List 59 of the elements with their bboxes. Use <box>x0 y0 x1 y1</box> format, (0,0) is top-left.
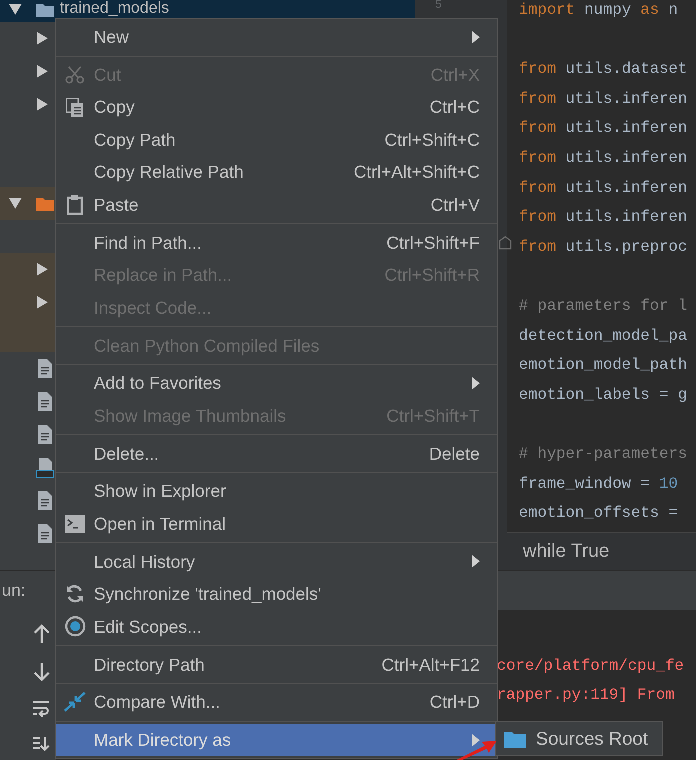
tree-item-label[interactable]: trained_models <box>60 0 170 18</box>
menu-item[interactable]: Compare With... Ctrl+D <box>56 686 497 719</box>
code-line: # hyper-parameters <box>519 444 688 465</box>
file-icon <box>38 491 52 510</box>
code-line: # parameters for l <box>519 296 688 317</box>
annotation-arrow-icon <box>455 738 497 760</box>
menu-item[interactable]: Sources Root <box>496 722 662 755</box>
menu-item[interactable]: New <box>56 21 497 54</box>
terminal-icon <box>65 515 85 534</box>
code-line: import numpy as n <box>519 0 680 21</box>
menu-item[interactable]: Delete... Delete <box>56 437 497 470</box>
target-icon <box>64 616 86 638</box>
menu-item[interactable]: Add to Favorites <box>56 367 497 400</box>
code-line: from utils.inferen <box>519 148 688 169</box>
code-line: from utils.preproc <box>519 236 688 258</box>
menu-item[interactable]: Synchronize 'trained_models' <box>56 578 497 611</box>
compare-arrows-icon <box>64 692 86 712</box>
clipboard-icon <box>67 195 83 216</box>
folder-icon <box>36 196 54 211</box>
scroll-to-end-icon <box>32 736 50 752</box>
menu-item[interactable]: Copy Path Ctrl+Shift+C <box>56 124 497 156</box>
code-line: from utils.inferen <box>519 207 688 228</box>
scissors-icon <box>65 65 85 86</box>
code-line: from utils.inferen <box>519 88 688 110</box>
menu-item[interactable]: Open in Terminal <box>56 508 497 540</box>
code-line: from utils.dataset <box>519 59 688 80</box>
breadcrumb[interactable]: while True <box>507 532 696 570</box>
markdown-file-icon <box>36 458 54 478</box>
menu-item[interactable]: Copy Relative Path Ctrl+Alt+Shift+C <box>56 156 497 189</box>
code-line: emotion_labels = g <box>519 384 688 406</box>
menu-item[interactable]: Find in Path... Ctrl+Shift+F <box>56 226 497 260</box>
fold-marker-icon <box>499 236 512 250</box>
file-icon <box>38 359 52 378</box>
code-line: from utils.inferen <box>519 178 688 199</box>
folder-icon <box>504 730 526 748</box>
console-line: core/platform/cpu_fe <box>497 656 686 677</box>
menu-item[interactable]: Paste Ctrl+V <box>56 188 497 222</box>
down-arrow-icon <box>34 662 50 682</box>
menu-item[interactable]: Show in Explorer <box>56 475 497 508</box>
menu-item[interactable]: Local History <box>56 546 497 578</box>
menu-item[interactable]: Edit Scopes... <box>56 610 497 644</box>
menu-item[interactable]: Directory Path Ctrl+Alt+F12 <box>56 648 497 681</box>
file-icon <box>38 392 52 411</box>
code-line: detection_model_pa <box>519 326 688 347</box>
up-arrow-icon <box>34 624 50 644</box>
refresh-icon <box>65 584 85 604</box>
menu-item[interactable]: Copy Ctrl+C <box>56 91 497 124</box>
code-line: from utils.inferen <box>519 118 688 140</box>
menu-item[interactable]: Mark Directory as <box>56 724 497 756</box>
file-icon <box>38 425 52 444</box>
copy-icon <box>66 98 84 118</box>
code-line: emotion_offsets = <box>519 503 680 524</box>
code-line: emotion_model_path <box>519 355 688 376</box>
console-line: rapper.py:119] From <box>497 685 676 706</box>
file-icon <box>38 524 52 543</box>
folder-icon <box>36 2 54 17</box>
code-line: frame_window = 10 <box>519 474 680 494</box>
soft-wrap-icon <box>32 700 50 718</box>
run-tab-label[interactable]: un: <box>2 578 32 604</box>
